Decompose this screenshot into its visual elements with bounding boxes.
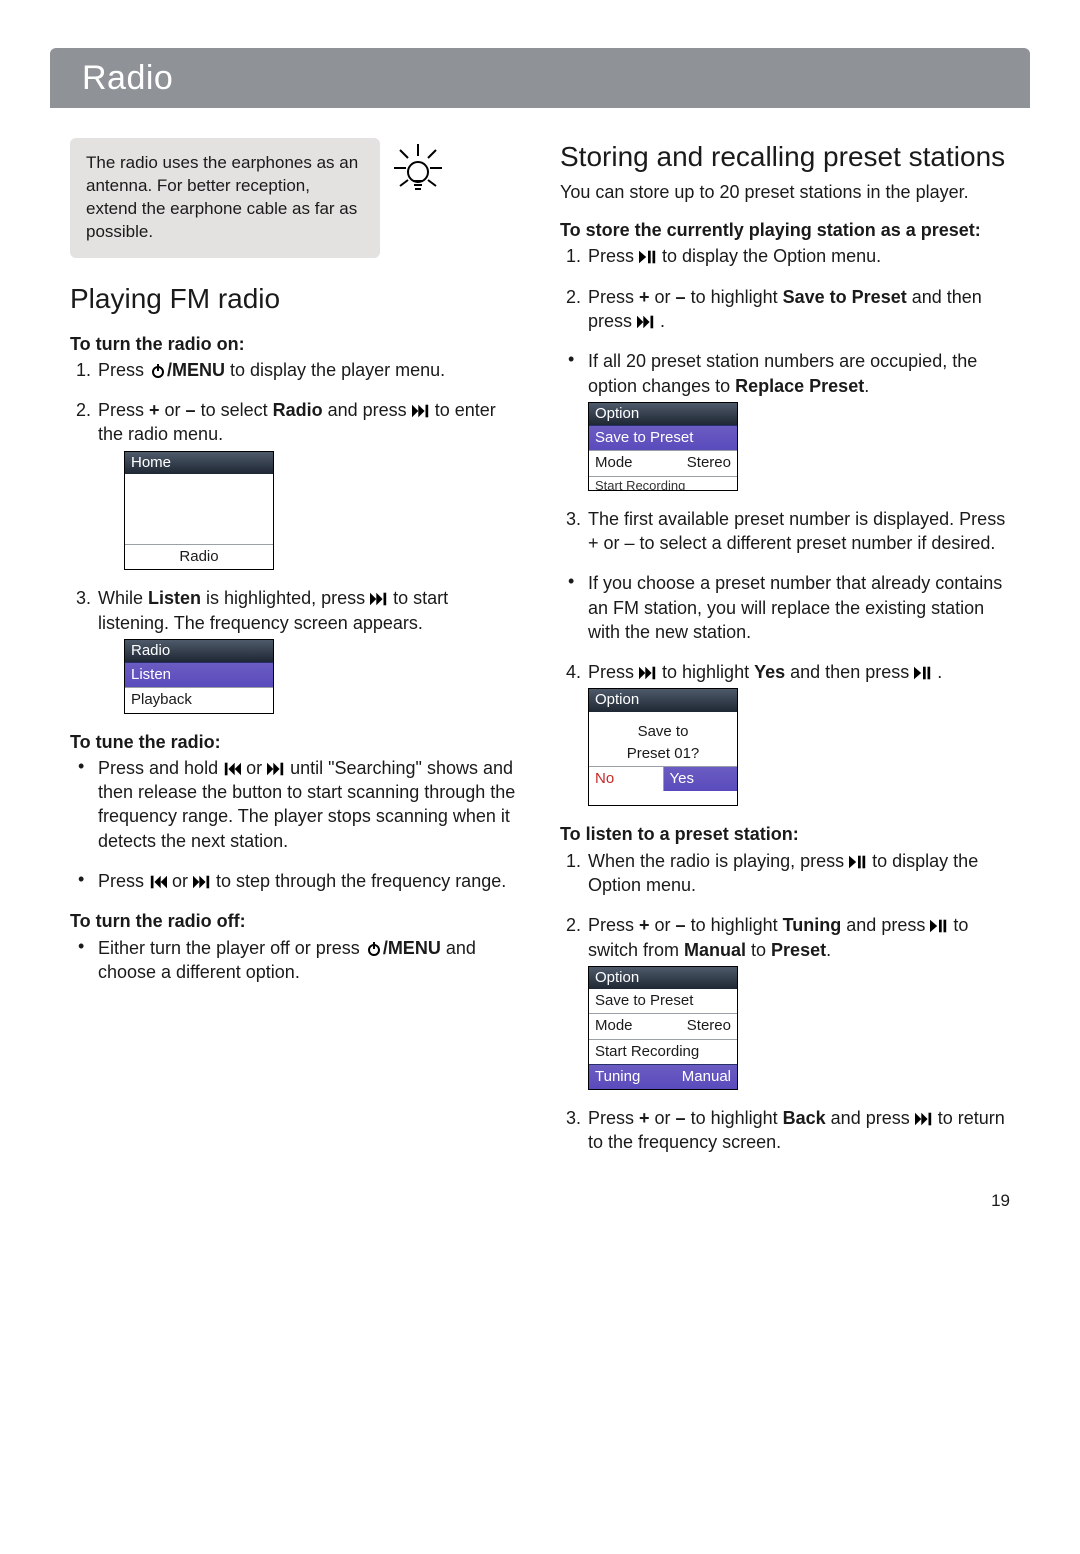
- left-column: The radio uses the earphones as an anten…: [70, 138, 520, 1171]
- fast-forward-icon: [639, 666, 657, 680]
- step: Press + or – to highlight Back and press…: [586, 1106, 1010, 1155]
- device-option-no: No: [589, 767, 663, 791]
- device-titlebar: Option: [589, 689, 737, 711]
- subhead-tune: To tune the radio:: [70, 730, 520, 754]
- device-prompt-line: Save to: [589, 720, 737, 744]
- lightbulb-icon: [388, 138, 448, 198]
- device-menu-item-highlighted: TuningManual: [589, 1064, 737, 1089]
- step: Press to highlight Yes and then press . …: [586, 660, 1010, 806]
- device-option-yes-highlighted: Yes: [663, 767, 738, 791]
- fast-rewind-icon: [149, 875, 167, 889]
- device-titlebar: Option: [589, 403, 737, 425]
- device-menu-option: Option Save to Preset ModeStereo Start R…: [588, 402, 738, 491]
- play-pause-icon: [639, 250, 657, 264]
- device-menu-item: Save to Preset: [589, 989, 737, 1013]
- subhead-listen-preset: To listen to a preset station:: [560, 822, 1010, 846]
- tip-text: The radio uses the earphones as an anten…: [86, 153, 358, 241]
- play-pause-icon: [849, 855, 867, 869]
- play-pause-icon: [914, 666, 932, 680]
- section-playing-fm: Playing FM radio: [70, 280, 520, 318]
- intro-text: You can store up to 20 preset stations i…: [560, 180, 1010, 204]
- fast-forward-icon: [370, 592, 388, 606]
- page-number: 19: [991, 1191, 1010, 1211]
- subhead-turn-on: To turn the radio on:: [70, 332, 520, 356]
- step: Press /MENU to display the player menu.: [96, 358, 520, 382]
- page-title: Radio: [82, 59, 173, 98]
- step: The first available preset number is dis…: [586, 507, 1010, 556]
- fast-forward-icon: [412, 404, 430, 418]
- device-titlebar: Home: [125, 452, 273, 474]
- device-menu-item: Radio: [125, 544, 273, 569]
- subhead-store-preset: To store the currently playing station a…: [560, 218, 1010, 242]
- fast-forward-icon: [193, 875, 211, 889]
- device-menu-item-clipped: Start Recording: [589, 476, 737, 490]
- device-menu-radio: Radio Listen Playback: [124, 639, 274, 714]
- section-presets: Storing and recalling preset stations: [560, 138, 1010, 176]
- step: When the radio is playing, press to disp…: [586, 849, 1010, 898]
- bullet: Press and hold or until "Searching" show…: [96, 756, 520, 853]
- tip-box: The radio uses the earphones as an anten…: [70, 138, 380, 258]
- device-menu-item-highlighted: Save to Preset: [589, 425, 737, 450]
- device-menu-item: Playback: [125, 687, 273, 712]
- page-header: Radio: [50, 48, 1030, 108]
- power-icon: [365, 942, 383, 956]
- device-menu-item: ModeStereo: [589, 450, 737, 475]
- bullet: If you choose a preset number that alrea…: [586, 571, 1010, 644]
- device-titlebar: Radio: [125, 640, 273, 662]
- fast-forward-icon: [267, 762, 285, 776]
- device-menu-item: Start Recording: [589, 1039, 737, 1064]
- device-menu-confirm: Option Save to Preset 01? No Yes: [588, 688, 738, 806]
- step: Press + or – to highlight Save to Preset…: [586, 285, 1010, 334]
- bullet: Press or to step through the frequency r…: [96, 869, 520, 893]
- step: Press + or – to highlight Tuning and pre…: [586, 913, 1010, 1090]
- power-icon: [149, 364, 167, 378]
- device-menu-item: ModeStereo: [589, 1013, 737, 1038]
- fast-forward-icon: [915, 1112, 933, 1126]
- fast-forward-icon: [637, 315, 655, 329]
- step: Press + or – to select Radio and press t…: [96, 398, 520, 570]
- device-prompt-line: Preset 01?: [589, 744, 737, 766]
- device-titlebar: Option: [589, 967, 737, 989]
- right-column: Storing and recalling preset stations Yo…: [560, 138, 1010, 1171]
- play-pause-icon: [930, 919, 948, 933]
- device-menu-option-tuning: Option Save to Preset ModeStereo Start R…: [588, 966, 738, 1090]
- bullet: If all 20 preset station numbers are occ…: [586, 349, 1010, 490]
- bullet: Either turn the player off or press /MEN…: [96, 936, 520, 985]
- fast-rewind-icon: [223, 762, 241, 776]
- device-menu-home: Home Radio: [124, 451, 274, 571]
- subhead-turn-off: To turn the radio off:: [70, 909, 520, 933]
- step: Press to display the Option menu.: [586, 244, 1010, 268]
- step: While Listen is highlighted, press to st…: [96, 586, 520, 713]
- device-menu-item-highlighted: Listen: [125, 662, 273, 687]
